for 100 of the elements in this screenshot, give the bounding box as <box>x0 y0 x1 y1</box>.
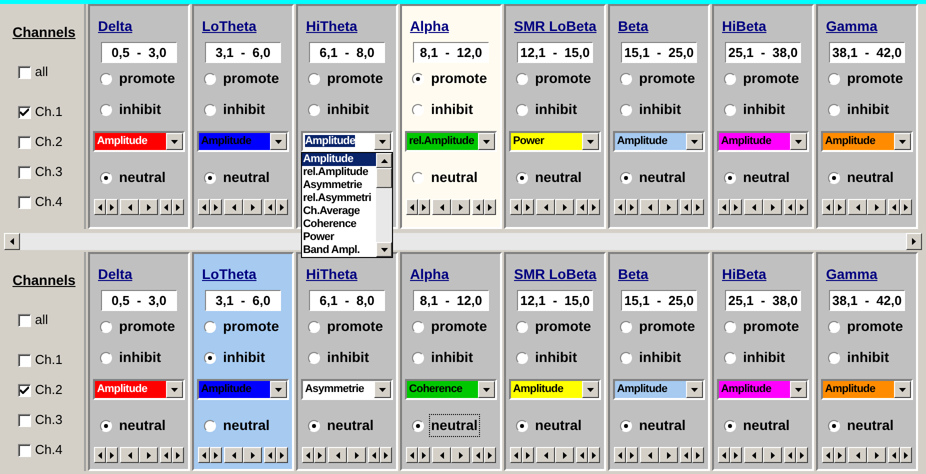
step-right-button[interactable] <box>172 199 184 215</box>
step-right-button[interactable] <box>588 447 600 463</box>
neutral-radio[interactable] <box>828 420 840 432</box>
step-left-button[interactable] <box>198 199 210 215</box>
step-right-button[interactable] <box>210 447 222 463</box>
range-field[interactable]: 38,1 - 42,0 <box>829 42 905 63</box>
range-field[interactable]: 12,1 - 15,0 <box>517 42 593 63</box>
inhibit-radio[interactable] <box>308 104 320 116</box>
step-right-button[interactable] <box>796 447 808 463</box>
neutral-radio[interactable] <box>204 172 216 184</box>
dropdown-button[interactable] <box>790 381 807 398</box>
neutral-radio[interactable] <box>724 172 736 184</box>
measure-dropdown[interactable]: Asymmetrie <box>301 379 393 400</box>
channel-checkbox[interactable] <box>18 136 31 148</box>
step-left-button[interactable] <box>640 447 659 463</box>
promote-radio[interactable] <box>308 72 320 84</box>
scroll-up-button[interactable] <box>376 153 392 168</box>
neutral-radio[interactable] <box>100 172 112 184</box>
range-field[interactable]: 0,5 - 3,0 <box>101 290 177 311</box>
channel-checkbox[interactable] <box>18 66 31 78</box>
neutral-radio[interactable] <box>724 420 736 432</box>
dropdown-button[interactable] <box>894 381 911 398</box>
range-field[interactable]: 12,1 - 15,0 <box>517 290 593 311</box>
step-right-button[interactable] <box>555 447 574 463</box>
channel-checkbox[interactable] <box>18 354 31 366</box>
promote-radio[interactable] <box>412 72 424 84</box>
neutral-radio[interactable] <box>516 420 528 432</box>
dropdown-button[interactable] <box>686 133 703 150</box>
step-right-button[interactable] <box>626 447 638 463</box>
step-left-button[interactable] <box>510 199 522 215</box>
step-left-button[interactable] <box>576 199 588 215</box>
dropdown-button[interactable] <box>374 381 391 398</box>
step-right-button[interactable] <box>522 199 534 215</box>
step-left-button[interactable] <box>888 199 900 215</box>
dropdown-button[interactable] <box>790 133 807 150</box>
measure-dropdown[interactable]: Amplitude <box>509 379 601 400</box>
measure-dropdown[interactable]: Amplitude <box>93 131 185 152</box>
step-left-button[interactable] <box>472 199 484 215</box>
band-link[interactable]: LoTheta <box>202 16 256 36</box>
list-option[interactable]: Ch.Average <box>302 205 376 218</box>
band-link[interactable]: Gamma <box>826 16 878 36</box>
measure-dropdown[interactable]: Amplitude <box>717 131 809 152</box>
dropdown-button[interactable] <box>582 133 599 150</box>
step-right-button[interactable] <box>692 199 704 215</box>
dropdown-button[interactable] <box>894 133 911 150</box>
band-link[interactable]: Gamma <box>826 264 878 284</box>
list-scrollbar[interactable] <box>376 153 392 257</box>
step-left-button[interactable] <box>744 199 763 215</box>
step-left-button[interactable] <box>432 447 451 463</box>
inhibit-radio[interactable] <box>308 352 320 364</box>
step-left-button[interactable] <box>848 199 867 215</box>
range-field[interactable]: 3,1 - 6,0 <box>205 42 281 63</box>
dropdown-button[interactable] <box>166 133 183 150</box>
step-right-button[interactable] <box>730 199 742 215</box>
inhibit-radio[interactable] <box>100 104 112 116</box>
neutral-radio[interactable] <box>620 420 632 432</box>
step-right-button[interactable] <box>243 199 262 215</box>
range-field[interactable]: 38,1 - 42,0 <box>829 290 905 311</box>
step-left-button[interactable] <box>406 199 418 215</box>
measure-dropdown[interactable]: Coherence <box>405 379 497 400</box>
range-field[interactable]: 6,1 - 8,0 <box>309 42 385 63</box>
step-left-button[interactable] <box>264 199 276 215</box>
promote-radio[interactable] <box>204 320 216 332</box>
step-left-button[interactable] <box>264 447 276 463</box>
range-field[interactable]: 15,1 - 25,0 <box>621 290 697 311</box>
step-right-button[interactable] <box>347 447 366 463</box>
list-option[interactable]: Amplitude <box>302 153 376 166</box>
inhibit-radio[interactable] <box>828 104 840 116</box>
step-right-button[interactable] <box>210 199 222 215</box>
inhibit-radio[interactable] <box>620 104 632 116</box>
step-right-button[interactable] <box>106 447 118 463</box>
step-left-button[interactable] <box>328 447 347 463</box>
step-right-button[interactable] <box>796 199 808 215</box>
dropdown-button[interactable] <box>582 381 599 398</box>
step-left-button[interactable] <box>406 447 418 463</box>
band-link[interactable]: SMR LoBeta <box>514 16 596 36</box>
measure-dropdown[interactable]: Amplitude <box>93 379 185 400</box>
step-right-button[interactable] <box>867 199 886 215</box>
measure-dropdown[interactable]: Amplitude <box>821 131 913 152</box>
dropdown-button[interactable] <box>686 381 703 398</box>
dropdown-button[interactable] <box>270 381 287 398</box>
step-right-button[interactable] <box>692 447 704 463</box>
step-right-button[interactable] <box>730 447 742 463</box>
step-left-button[interactable] <box>160 447 172 463</box>
neutral-radio[interactable] <box>412 172 424 184</box>
range-field[interactable]: 0,5 - 3,0 <box>101 42 177 63</box>
step-left-button[interactable] <box>680 447 692 463</box>
step-right-button[interactable] <box>380 447 392 463</box>
measure-dropdown[interactable]: Power <box>509 131 601 152</box>
step-left-button[interactable] <box>536 447 555 463</box>
step-left-button[interactable] <box>822 199 834 215</box>
band-link[interactable]: Delta <box>98 264 132 284</box>
inhibit-radio[interactable] <box>204 104 216 116</box>
step-left-button[interactable] <box>718 199 730 215</box>
inhibit-radio[interactable] <box>724 352 736 364</box>
promote-radio[interactable] <box>204 72 216 84</box>
channel-checkbox[interactable] <box>18 414 31 426</box>
step-left-button[interactable] <box>198 447 210 463</box>
range-field[interactable]: 8,1 - 12,0 <box>413 290 489 311</box>
inhibit-radio[interactable] <box>724 104 736 116</box>
